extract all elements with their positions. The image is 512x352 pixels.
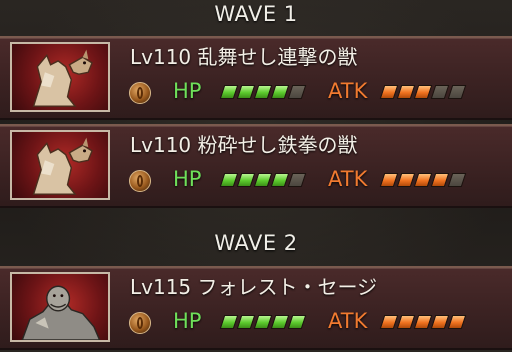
hp-label: HP — [173, 309, 202, 333]
atk-pip — [430, 315, 450, 329]
hp-pip — [219, 85, 239, 99]
hp-gauge — [219, 85, 307, 99]
wave-2-title: WAVE 2 — [214, 231, 298, 255]
hp-pip — [219, 315, 239, 329]
enemy-name: Lv115 フォレスト・セージ — [130, 275, 378, 299]
enemy-card-2[interactable]: Lv110 粉砕せし鉄拳の獣 HP ATK — [0, 124, 512, 208]
hp-gauge — [219, 173, 307, 187]
hp-pip — [236, 315, 256, 329]
hp-pip — [219, 173, 239, 187]
atk-gauge — [379, 315, 467, 329]
atk-pip — [379, 85, 399, 99]
hp-label: HP — [173, 79, 202, 103]
hp-label: HP — [173, 167, 202, 191]
wave-1-title: WAVE 1 — [214, 2, 298, 26]
atk-label: ATK — [328, 167, 368, 191]
atk-pip — [413, 315, 433, 329]
hp-pip — [270, 315, 290, 329]
werewolf-portrait-icon — [10, 130, 110, 200]
hp-pip — [287, 85, 307, 99]
atk-pip — [413, 85, 433, 99]
ogre-portrait-icon — [10, 272, 110, 342]
atk-pip — [447, 315, 467, 329]
hp-pip — [253, 173, 273, 187]
hp-gauge — [219, 315, 307, 329]
hp-pip — [270, 85, 290, 99]
hp-pip — [236, 85, 256, 99]
werewolf-portrait-icon — [10, 42, 110, 112]
atk-label: ATK — [328, 79, 368, 103]
enemy-name: Lv110 粉砕せし鉄拳の獣 — [130, 133, 358, 157]
enemy-name: Lv110 乱舞せし連撃の獣 — [130, 45, 358, 69]
hp-pip — [253, 315, 273, 329]
hp-pip — [236, 173, 256, 187]
earth-element-icon — [129, 170, 151, 192]
atk-pip — [430, 85, 450, 99]
atk-gauge — [379, 173, 467, 187]
hp-pip — [253, 85, 273, 99]
enemy-card-1[interactable]: Lv110 乱舞せし連撃の獣 HP ATK — [0, 36, 512, 120]
enemy-card-3[interactable]: Lv115 フォレスト・セージ HP ATK — [0, 266, 512, 350]
atk-pip — [396, 173, 416, 187]
hp-pip — [287, 173, 307, 187]
atk-pip — [379, 173, 399, 187]
atk-label: ATK — [328, 309, 368, 333]
atk-pip — [447, 173, 467, 187]
hp-pip — [287, 315, 307, 329]
earth-element-icon — [129, 312, 151, 334]
atk-pip — [430, 173, 450, 187]
atk-pip — [379, 315, 399, 329]
atk-pip — [447, 85, 467, 99]
hp-pip — [270, 173, 290, 187]
atk-pip — [396, 315, 416, 329]
atk-gauge — [379, 85, 467, 99]
atk-pip — [396, 85, 416, 99]
earth-element-icon — [129, 82, 151, 104]
atk-pip — [413, 173, 433, 187]
